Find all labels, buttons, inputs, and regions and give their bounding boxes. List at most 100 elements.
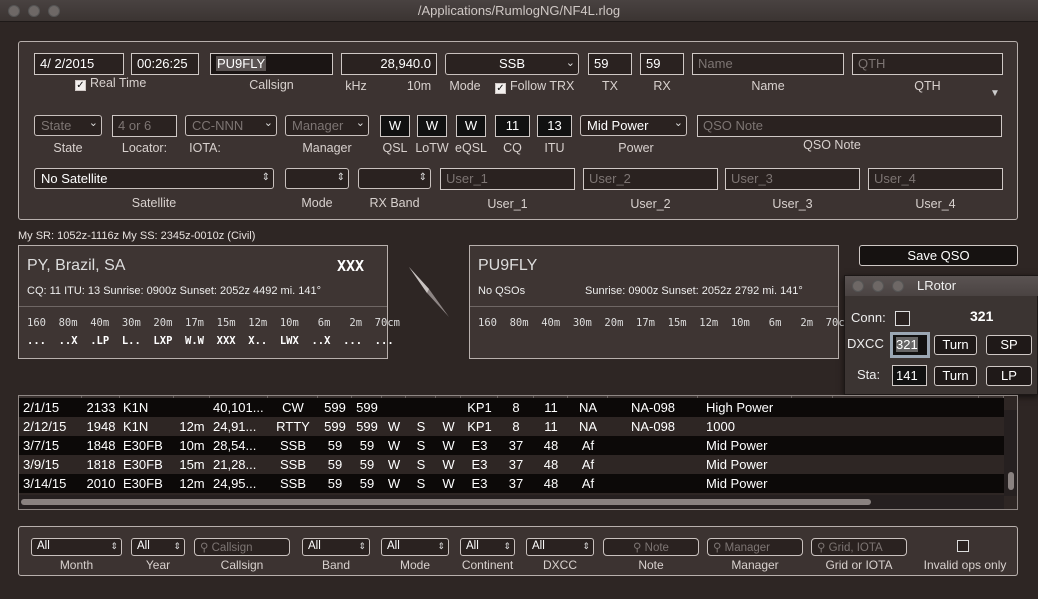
- log-table: Date ⌃TimeCallsignBandFrequ...ModeTXRXQ.…: [18, 395, 1018, 510]
- turn-dxcc-button[interactable]: Turn: [934, 335, 977, 355]
- cell-band: 12m: [179, 419, 205, 434]
- cell-band: 15m: [179, 457, 205, 472]
- continent-filter-select[interactable]: All ⇕: [460, 538, 515, 556]
- cell-eqsl: W: [442, 476, 455, 491]
- user3-field[interactable]: User_3: [725, 168, 860, 190]
- table-row[interactable]: 3/9/15 1818 E30FB 15m 21,28... SSB 59 59 W S W E3 37…: [19, 455, 1004, 474]
- eqsl-field[interactable]: W: [456, 115, 486, 137]
- cell-rx: 59: [359, 457, 375, 472]
- user2-field[interactable]: User_2: [583, 168, 718, 190]
- qso-note-field[interactable]: QSO Note: [697, 115, 1002, 137]
- band-label: 10m: [406, 79, 432, 93]
- table-row[interactable]: 2/1/15 2133 K1N 40,101... CW 599 599 KP1 8 11 NA NA…: [19, 398, 1004, 417]
- qsl-field[interactable]: W: [380, 115, 410, 137]
- chevron-down-icon: ⌄: [673, 117, 683, 129]
- rx-report-field[interactable]: 59: [640, 53, 684, 75]
- cell-eqsl: W: [442, 419, 455, 434]
- table-row[interactable]: 2/12/15 1948 K1N 12m 24,91... RTTY 599 599 W S W KP…: [19, 417, 1004, 436]
- dxcc-filter-select[interactable]: All ⇕: [526, 538, 594, 556]
- cell-time: 1818: [86, 457, 116, 472]
- note-search-placeholder: Note: [644, 542, 669, 554]
- iota-select[interactable]: CC-NNN ⌄: [185, 115, 277, 136]
- cell-mode: CW: [282, 400, 304, 415]
- state-placeholder: State: [41, 118, 72, 133]
- grid-iota-search-input[interactable]: ⚲ Grid, IOTA: [811, 538, 907, 556]
- short-path-button[interactable]: SP: [986, 335, 1032, 355]
- cell-qsl: W: [387, 419, 401, 434]
- invalid-ops-checkbox[interactable]: [957, 540, 969, 552]
- dxcc-bearing-field[interactable]: 321: [890, 332, 930, 358]
- save-qso-button[interactable]: Save QSO: [859, 245, 1018, 266]
- cell-iota: NA-098: [630, 419, 676, 434]
- locator-field[interactable]: 4 or 6: [112, 115, 177, 137]
- scrollbar-thumb[interactable]: [21, 499, 871, 505]
- mode-filter-select[interactable]: All ⇕: [381, 538, 449, 556]
- sat-mode-select[interactable]: ⇕: [285, 168, 349, 189]
- manager-filter-label: Manager: [731, 558, 779, 572]
- user2-label: User_2: [630, 197, 671, 211]
- frequency-field[interactable]: 28,940.0: [341, 53, 437, 75]
- year-filter-select[interactable]: All ⇕: [131, 538, 185, 556]
- month-filter-select[interactable]: All ⇕: [31, 538, 122, 556]
- dxcc-entity: PY, Brazil, SA: [27, 257, 126, 274]
- name-field[interactable]: Name: [692, 53, 844, 75]
- zoom-window-button[interactable]: [892, 280, 904, 292]
- user4-field[interactable]: User_4: [868, 168, 1003, 190]
- cell-tx: 59: [327, 476, 343, 491]
- lrotor-window: LRotor Conn: 321 DXCC 321 Turn SP Sta: 1…: [844, 275, 1038, 395]
- scrollbar-thumb[interactable]: [1008, 472, 1014, 490]
- filter-panel: All ⇕ Month All ⇕ Year ⚲ Callsign Callsign…: [18, 526, 1018, 576]
- chevron-down-icon: ⌄: [88, 117, 98, 129]
- manager-search-input[interactable]: ⚲ Manager: [707, 538, 803, 556]
- lotw-field[interactable]: W: [417, 115, 447, 137]
- manager-select[interactable]: Manager ⌄: [285, 115, 369, 136]
- cell-callsign: E30FB: [123, 438, 163, 453]
- callsign-field[interactable]: PU9FLY: [210, 53, 333, 75]
- band-filter-select[interactable]: All ⇕: [302, 538, 370, 556]
- cell-callsign: K1N: [123, 400, 149, 415]
- date-field[interactable]: 4/ 2/2015: [34, 53, 124, 75]
- turn-station-button[interactable]: Turn: [934, 366, 977, 386]
- horizontal-scrollbar[interactable]: [19, 495, 1004, 509]
- callsign-label: Callsign: [249, 78, 294, 92]
- qso-entry-panel: 4/ 2/2015 00:26:25 ✓ Real Time PU9FLY Cal…: [18, 41, 1018, 220]
- state-select[interactable]: State ⌄: [34, 115, 102, 136]
- lrotor-title: LRotor: [917, 278, 957, 293]
- callsign-search-input[interactable]: ⚲ Callsign: [194, 538, 290, 556]
- real-time-checkbox[interactable]: ✓ Real Time: [75, 76, 146, 91]
- cell-dxcc: KP1: [467, 419, 492, 434]
- cq-zone-field[interactable]: 11: [495, 115, 530, 137]
- disclosure-triangle-icon[interactable]: ▼: [990, 88, 1000, 99]
- cell-power: Mid Power: [706, 438, 768, 453]
- power-label: Power: [618, 141, 654, 155]
- cell-callsign: E30FB: [123, 457, 163, 472]
- rotor-heading: 321: [970, 308, 994, 324]
- long-path-button[interactable]: LP: [986, 366, 1032, 386]
- time-field[interactable]: 00:26:25: [131, 53, 199, 75]
- cell-power: High Power: [706, 400, 774, 415]
- rx-band-select[interactable]: ⇕: [358, 168, 431, 189]
- satellite-select[interactable]: No Satellite ⇕: [34, 168, 274, 189]
- divider: [470, 306, 838, 307]
- mode-select[interactable]: SSB ⌄: [445, 53, 579, 75]
- vertical-scrollbar[interactable]: [1004, 410, 1017, 496]
- updown-chevron-icon: ⇕: [418, 172, 427, 183]
- user1-field[interactable]: User_1: [440, 168, 575, 190]
- conn-checkbox[interactable]: [895, 311, 910, 326]
- real-time-label: Real Time: [90, 76, 147, 90]
- follow-trx-checkbox[interactable]: ✓ Follow TRX: [495, 79, 574, 94]
- cell-dxcc: KP1: [467, 400, 492, 415]
- note-search-input[interactable]: ⚲ Note: [603, 538, 699, 556]
- tx-report-field[interactable]: 59: [588, 53, 632, 75]
- station-bearing-field[interactable]: 141: [892, 365, 927, 386]
- table-row[interactable]: 3/14/15 2010 E30FB 12m 24,95... SSB 59 59 W S W E3 3…: [19, 474, 1004, 493]
- cell-dxcc: E3: [471, 438, 488, 453]
- qth-field[interactable]: QTH: [852, 53, 1003, 75]
- close-window-button[interactable]: [852, 280, 864, 292]
- table-row[interactable]: 3/7/15 1848 E30FB 10m 28,54... SSB 59 59 W S W E3 37…: [19, 436, 1004, 455]
- power-select[interactable]: Mid Power ⌄: [580, 115, 687, 136]
- itu-zone-field[interactable]: 13: [537, 115, 572, 137]
- rx-band-label: RX Band: [369, 196, 420, 210]
- minimize-window-button[interactable]: [872, 280, 884, 292]
- cell-date: 3/7/15: [23, 438, 60, 453]
